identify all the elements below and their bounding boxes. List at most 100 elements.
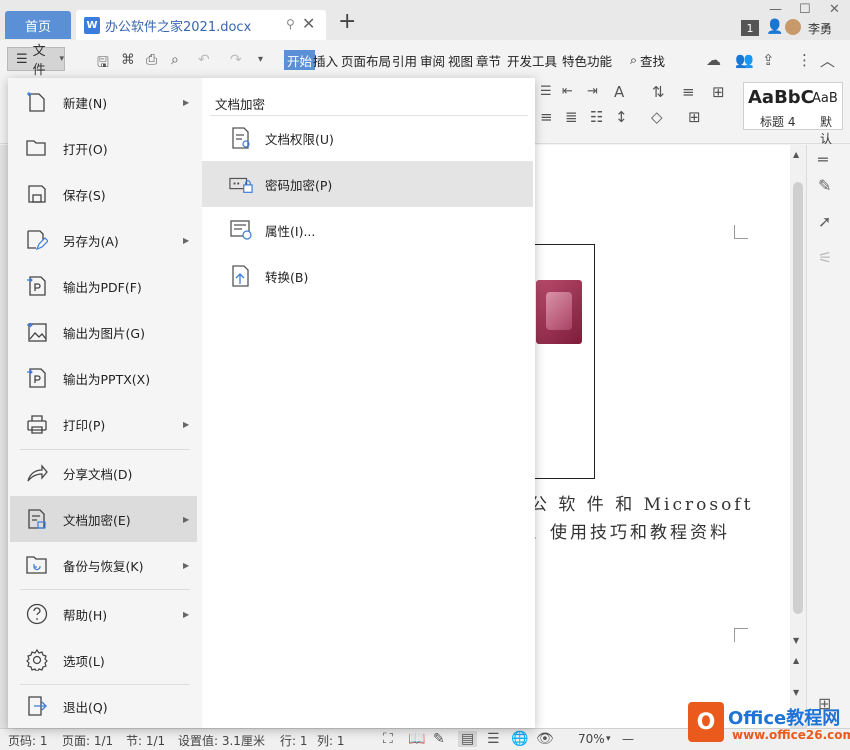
redo-icon[interactable]: ↷ (230, 52, 242, 68)
tab-review[interactable]: 审阅 (420, 50, 445, 70)
print-quick-icon[interactable]: ⎙ (146, 52, 157, 68)
tab-features[interactable]: 特色功能 (562, 50, 612, 70)
pin-icon[interactable]: ⚲ (286, 17, 295, 31)
menu-item-print[interactable]: 打印(P) ▶ (10, 401, 197, 447)
tab-home[interactable]: 首页 (5, 11, 71, 39)
submenu-item-convert[interactable]: 转换(B) (202, 253, 533, 299)
tab-references[interactable]: 引用 (392, 50, 417, 70)
scroll-down-icon[interactable]: ▼ (793, 636, 799, 645)
tab-view[interactable]: 视图 (448, 50, 473, 70)
indent-increase-icon[interactable]: ⇥ (587, 84, 598, 99)
zoom-level[interactable]: 70% (578, 732, 605, 746)
menu-item-export-pdf[interactable]: 输出为PDF(F) (10, 263, 197, 309)
submenu-item-properties[interactable]: 属性(I)... (202, 207, 533, 253)
menu-item-share[interactable]: 分享文档(D) (10, 450, 197, 496)
menu-item-open[interactable]: 打开(O) (10, 125, 197, 171)
distribute-icon[interactable]: ☷ (590, 108, 603, 126)
format-painter-icon[interactable]: ⌘ (121, 52, 135, 68)
menu-item-backup[interactable]: 备份与恢复(K) ▶ (10, 542, 197, 588)
customize-toolbar-icon[interactable]: ▾ (258, 54, 263, 65)
cloud-icon[interactable]: ☁ (706, 51, 721, 69)
status-row[interactable]: 行: 1 (280, 732, 308, 749)
minimize-icon[interactable]: — (769, 2, 782, 17)
share-quick-icon[interactable]: ⇪ (762, 51, 775, 69)
save-quick-icon[interactable]: 🖫 (97, 52, 109, 76)
sort-icon[interactable]: ⇅ (652, 83, 665, 101)
style-label-heading4[interactable]: 标题 4 (760, 113, 795, 130)
username[interactable]: 李勇 (808, 20, 832, 37)
file-menu-button[interactable]: ☰ 文件 ▾ (7, 44, 65, 78)
user-switch-icon[interactable]: 👤 (766, 19, 783, 35)
menu-item-new[interactable]: 新建(N) ▶ (10, 79, 197, 125)
avatar[interactable] (785, 19, 801, 35)
edit-mode-icon[interactable]: ✎ (433, 731, 445, 747)
zoom-out-icon[interactable]: — (622, 732, 634, 746)
menu-item-help[interactable]: 帮助(H) ▶ (10, 591, 197, 637)
maximize-icon[interactable]: ☐ (799, 2, 811, 17)
new-tab-button[interactable]: + (338, 11, 356, 33)
eye-protect-icon[interactable]: 👁 (536, 731, 554, 747)
prev-page-icon[interactable]: ▲ (793, 656, 799, 665)
doc-text-line[interactable]: 公 软 件 和 Microsoft (530, 490, 753, 515)
align-right-icon[interactable]: ≡ (540, 108, 553, 126)
next-page-icon[interactable]: ▼ (793, 688, 799, 697)
access-logo-image[interactable] (536, 280, 582, 344)
status-page-number[interactable]: 页码: 1 (8, 732, 48, 749)
tab-page-layout[interactable]: 页面布局 (341, 50, 391, 70)
close-window-icon[interactable]: ✕ (829, 2, 840, 17)
style-gallery[interactable]: AaBbC AaB 标题 4 默认 (743, 82, 843, 146)
search-button[interactable]: ⌕ 查找 (630, 50, 665, 70)
indent-decrease-icon[interactable]: ⇤ (562, 84, 573, 99)
tab-chapter[interactable]: 章节 (476, 50, 501, 70)
tab-insert[interactable]: 插入 (313, 50, 338, 70)
status-column[interactable]: 列: 1 (317, 732, 345, 749)
submenu-item-password-encrypt[interactable]: 密码加密(P) (202, 161, 533, 207)
watermark-title: Office教程网 (728, 708, 841, 729)
menu-item-export-pptx[interactable]: 输出为PPTX(X) (10, 355, 197, 401)
tab-developer[interactable]: 开发工具 (507, 50, 557, 70)
collaborate-icon[interactable]: 👥 (735, 51, 754, 69)
menu-item-label: 文档加密(E) (63, 512, 131, 528)
grid-icon[interactable]: ⊞ (712, 83, 725, 101)
print-preview-icon[interactable]: ⌕ (171, 52, 179, 68)
line-spacing-icon[interactable]: ↕ (615, 108, 628, 126)
zoom-dropdown-icon[interactable]: ▾ (606, 734, 611, 744)
tab-start[interactable]: 开始 (284, 50, 316, 70)
close-tab-icon[interactable]: ✕ (302, 14, 315, 33)
scroll-up-icon[interactable]: ▲ (793, 150, 799, 159)
menu-item-export-image[interactable]: 输出为图片(G) (10, 309, 197, 355)
font-case-icon[interactable]: A (614, 83, 624, 101)
read-mode-icon[interactable]: 📖 (408, 731, 425, 747)
justify-icon[interactable]: ≣ (565, 108, 578, 126)
doc-text-line[interactable]: 、使用技巧和教程资料 (530, 518, 730, 543)
web-view-icon[interactable]: 🌐 (511, 731, 528, 747)
spacing-icon[interactable]: ≡ (682, 83, 695, 101)
page-count-badge[interactable]: 1 (741, 20, 759, 36)
status-section[interactable]: 节: 1/1 (126, 732, 165, 749)
menu-item-options[interactable]: 选项(L) (10, 637, 197, 683)
scrollbar-thumb[interactable] (793, 182, 803, 614)
submenu-item-doc-permission[interactable]: 文档权限(U) (202, 115, 533, 161)
status-settings[interactable]: 设置值: 3.1厘米 (178, 732, 265, 749)
outline-view-icon[interactable]: ☰ (487, 731, 500, 747)
exit-icon (26, 695, 48, 717)
more-icon[interactable]: ⋮ (797, 51, 812, 69)
status-page-total[interactable]: 页面: 1/1 (62, 732, 113, 749)
page-view-icon[interactable]: ▤ (458, 731, 478, 747)
collapse-panel-icon[interactable]: ═ (818, 150, 828, 169)
collapse-ribbon-icon[interactable]: ︿ (820, 50, 835, 71)
style-label-default[interactable]: 默认 (820, 113, 842, 147)
border-icon[interactable]: ⊞ (688, 108, 701, 126)
menu-item-encrypt[interactable]: 文档加密(E) ▶ (10, 496, 197, 542)
menu-item-exit[interactable]: 退出(Q) (10, 683, 197, 729)
adjust-icon[interactable]: ⚟ (818, 248, 832, 267)
fill-color-icon[interactable]: ◇ (651, 108, 663, 126)
undo-icon[interactable]: ↶ (198, 52, 210, 68)
bullets-icon[interactable]: ☰ (540, 84, 552, 99)
fullscreen-icon[interactable]: ⛶ (383, 731, 393, 747)
tab-document[interactable]: W 办公软件之家2021.docx ⚲ ✕ (76, 10, 326, 40)
menu-item-save[interactable]: 保存(S) (10, 171, 197, 217)
pen-icon[interactable]: ✎ (818, 176, 831, 195)
menu-item-save-as[interactable]: 另存为(A) ▶ (10, 217, 197, 263)
select-pointer-icon[interactable]: ➚ (818, 212, 831, 231)
